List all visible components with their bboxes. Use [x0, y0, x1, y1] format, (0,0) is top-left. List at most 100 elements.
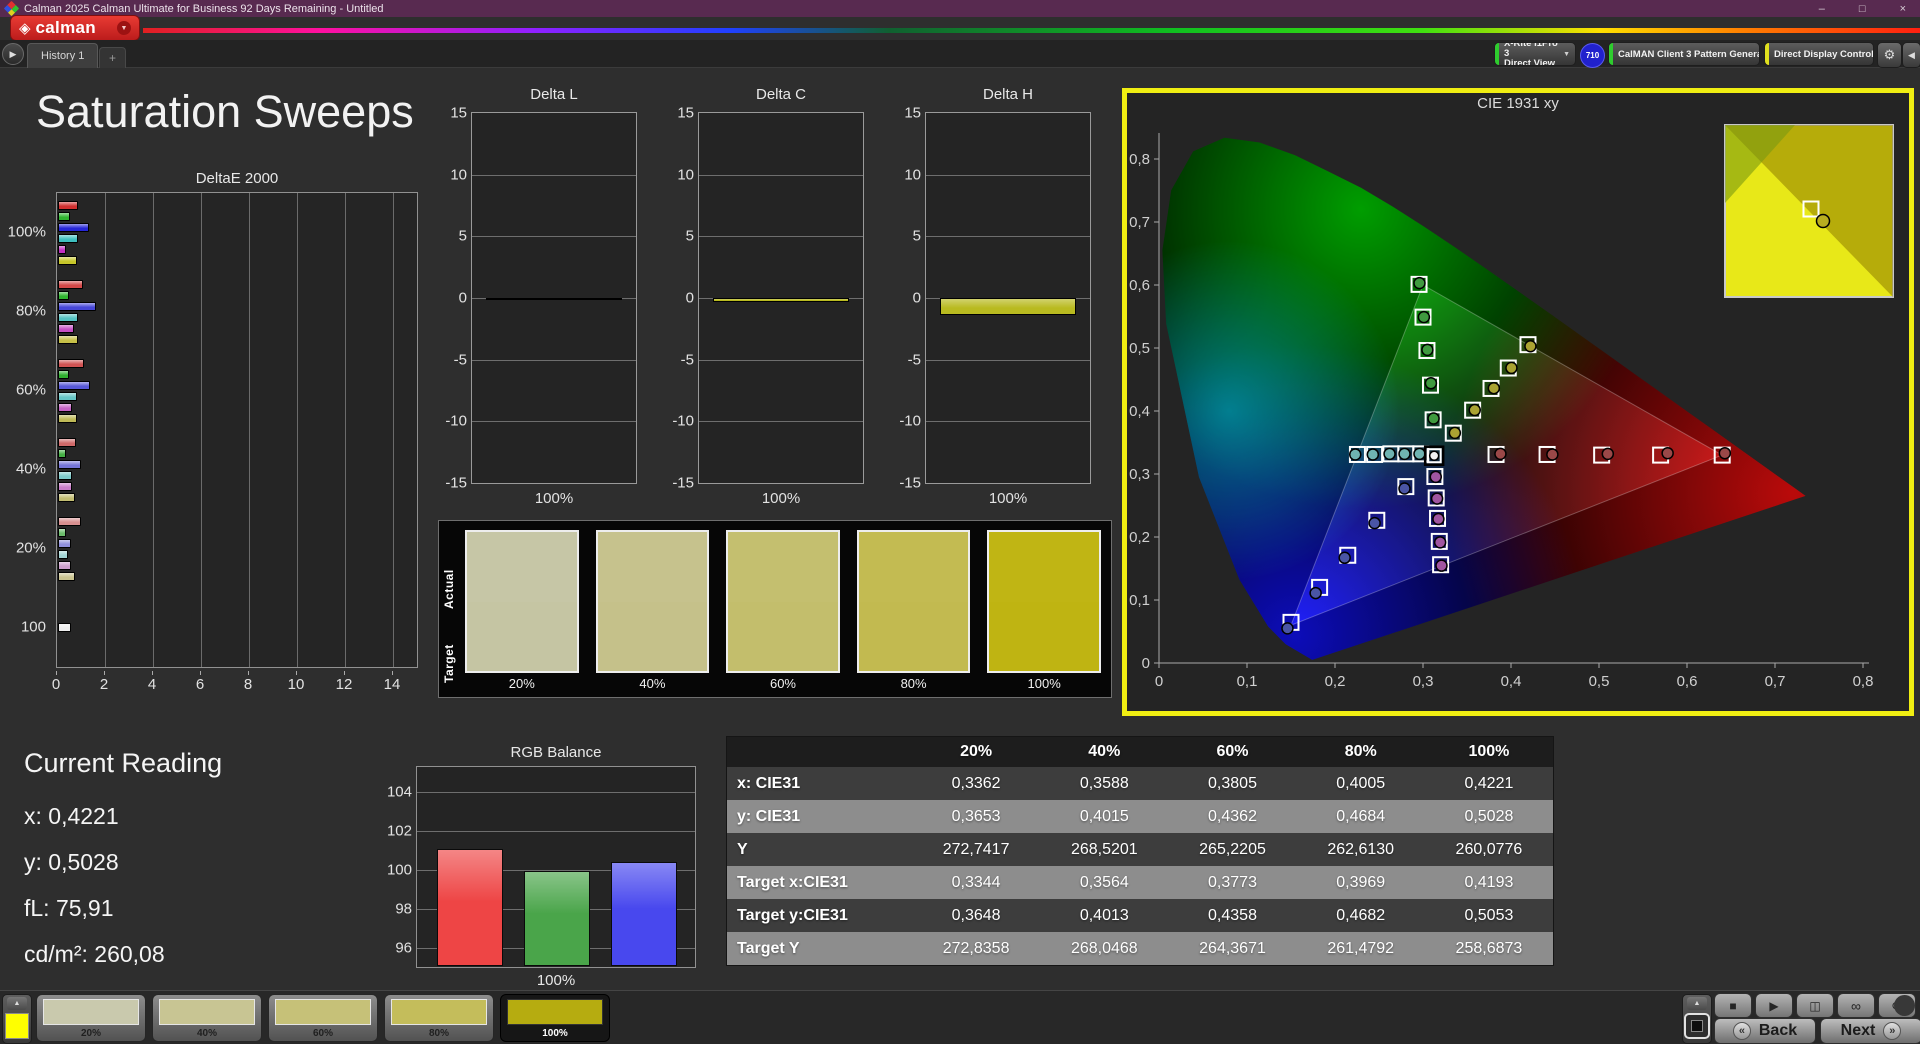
swatch: 40%: [595, 530, 710, 693]
close-button[interactable]: ×: [1900, 3, 1906, 15]
tick: [200, 671, 201, 675]
deltae-bar: [58, 222, 90, 232]
stop-button[interactable]: ■: [1714, 993, 1752, 1018]
up-arrow-icon: ▲: [1693, 1000, 1701, 1007]
table-header-cell: 100%: [1468, 743, 1510, 760]
pattern-generator-dropdown[interactable]: CalMAN Client 3 Pattern Generator ▼: [1608, 42, 1760, 66]
yellow-measured-circle: [1468, 403, 1481, 417]
gridline: [472, 421, 636, 423]
table-cell: 261,4792: [1327, 939, 1395, 957]
cie-title: CIE 1931 xy: [1477, 95, 1559, 112]
green-measured-circle: [1424, 377, 1438, 390]
display-control-dropdown[interactable]: Direct Display Control ▼: [1764, 42, 1874, 66]
table-row: y: CIE31 0,3653 0,4015 0,4362 0,4684 0,5028: [727, 800, 1553, 833]
collapse-panel-button[interactable]: ◀: [1902, 42, 1920, 68]
next-button[interactable]: Next »: [1820, 1018, 1920, 1044]
deltae-bar: [58, 255, 78, 265]
pattern-window-toggle-button[interactable]: [1684, 1013, 1710, 1039]
blue-measured-circle: [1398, 482, 1411, 495]
tab-history[interactable]: History 1: [27, 43, 99, 68]
play-button[interactable]: ▶: [1755, 993, 1793, 1018]
table-cell: 0,4682: [1336, 906, 1386, 924]
delta-l-xlabel: 100%: [534, 490, 574, 507]
swatch-label: 100%: [1027, 675, 1061, 691]
y-tick-label: -5: [453, 351, 467, 369]
delta-h-chart: Delta H 15 10 5 0 -5 -10 -15 100%: [899, 86, 1091, 532]
calman-logo-button[interactable]: ◈ calman ▼: [10, 15, 140, 41]
table-header-cell: 80%: [1344, 743, 1377, 760]
meter-name: X-Rite i1Pro 3: [1504, 42, 1558, 59]
pattern-button-80%[interactable]: 80%: [384, 994, 494, 1042]
deltae-bar: [58, 402, 73, 412]
maximize-button[interactable]: □: [1859, 3, 1866, 15]
gridline: [345, 193, 346, 667]
up-arrow-icon: ▲: [13, 1000, 21, 1007]
table-cell: 0,3969: [1336, 873, 1386, 891]
swatch: 80%: [856, 530, 971, 693]
table-row-label: x: CIE31: [737, 774, 801, 792]
table-cell: 0,4015: [1079, 807, 1129, 825]
x-tick-label: 0,3: [1413, 673, 1434, 690]
collapse-up-button[interactable]: ▲: [7, 997, 27, 1010]
delta-h-plot: 15 10 5 0 -5 -10 -15: [899, 105, 1091, 492]
pattern-button-20%[interactable]: 20%: [36, 994, 146, 1042]
table-cell: 0,3344: [951, 873, 1001, 891]
new-tab-button[interactable]: +: [99, 47, 126, 68]
swatch-actual: [728, 532, 838, 602]
green-measured-circle: [1427, 412, 1440, 425]
gridline: [105, 193, 106, 667]
x-tick-label: 0,5: [1589, 673, 1610, 690]
tab-scroll-button[interactable]: ▶: [2, 43, 24, 65]
pattern-button-100%[interactable]: 100%: [500, 994, 610, 1042]
pattern-swatch: [43, 999, 139, 1025]
cyan-measured-circle: [1348, 448, 1362, 461]
swatch-label: 20%: [508, 675, 535, 691]
pattern-button-60%[interactable]: 60%: [268, 994, 378, 1042]
pattern-button-40%[interactable]: 40%: [152, 994, 262, 1042]
swatch-target: [467, 601, 577, 671]
delta-h-xlabel: 100%: [988, 490, 1028, 507]
settings-button[interactable]: ⚙: [1877, 42, 1902, 68]
x-tick-label: 8: [243, 676, 253, 693]
y-tick-label: 0,2: [1129, 529, 1150, 546]
collapse-up-button[interactable]: ▲: [1687, 997, 1707, 1010]
deltae-title: DeltaE 2000: [195, 170, 279, 187]
logo-menu-button[interactable]: ▼: [117, 21, 131, 35]
pattern-quick-panel: ▲: [2, 994, 32, 1044]
deltae-bar: [58, 323, 74, 333]
y-tick-label: 0: [685, 289, 694, 307]
y-tick-label: 0,6: [1129, 277, 1150, 294]
x-tick-label: 0,7: [1765, 673, 1786, 690]
y-tick-label: -10: [899, 412, 921, 430]
y-tick-label: 104: [386, 783, 412, 801]
table-cell: 0,5028: [1464, 807, 1514, 825]
deltae-bar: [58, 244, 67, 254]
y-tick-label: 0,1: [1129, 592, 1150, 609]
magenta-measured-circle: [1435, 559, 1448, 572]
pattern-window-button[interactable]: ◫: [1796, 993, 1834, 1018]
table-cell: 268,5201: [1070, 840, 1138, 858]
table-cell: 0,4005: [1336, 774, 1386, 792]
display-control-status-strip: [1765, 43, 1769, 65]
table-cell: 265,2205: [1199, 840, 1266, 858]
meter-dropdown[interactable]: X-Rite i1Pro 3 Direct View ▼: [1494, 42, 1576, 66]
deltae-bar: [58, 380, 91, 390]
gridline: [472, 236, 636, 238]
delta-c-plot: 15 10 5 0 -5 -10 -15: [672, 105, 864, 492]
table-row: x: CIE31 0,3362 0,3588 0,3805 0,4005 0,4221: [727, 767, 1553, 800]
y-tick-label: 96: [395, 939, 412, 957]
dropdown-arrow-icon: ▼: [120, 24, 128, 32]
back-button[interactable]: « Back: [1714, 1018, 1816, 1044]
y-tick-label: -5: [907, 351, 921, 369]
loop-button[interactable]: ∞: [1837, 993, 1875, 1018]
calman-logo-label: calman: [35, 18, 96, 37]
table-row-label: Target x:CIE31: [737, 873, 848, 891]
x-tick-label: 0: [1155, 673, 1163, 690]
y-tick-label: 10: [450, 166, 467, 184]
deltae-bar: [58, 527, 67, 537]
y-tick-label: 0,5: [1129, 340, 1150, 357]
quick-color-swatch[interactable]: [5, 1013, 29, 1039]
delta-l-plot: 15 10 5 0 -5 -10 -15: [445, 105, 637, 492]
deltae-bar: [58, 358, 85, 368]
minimize-button[interactable]: –: [1819, 3, 1825, 15]
